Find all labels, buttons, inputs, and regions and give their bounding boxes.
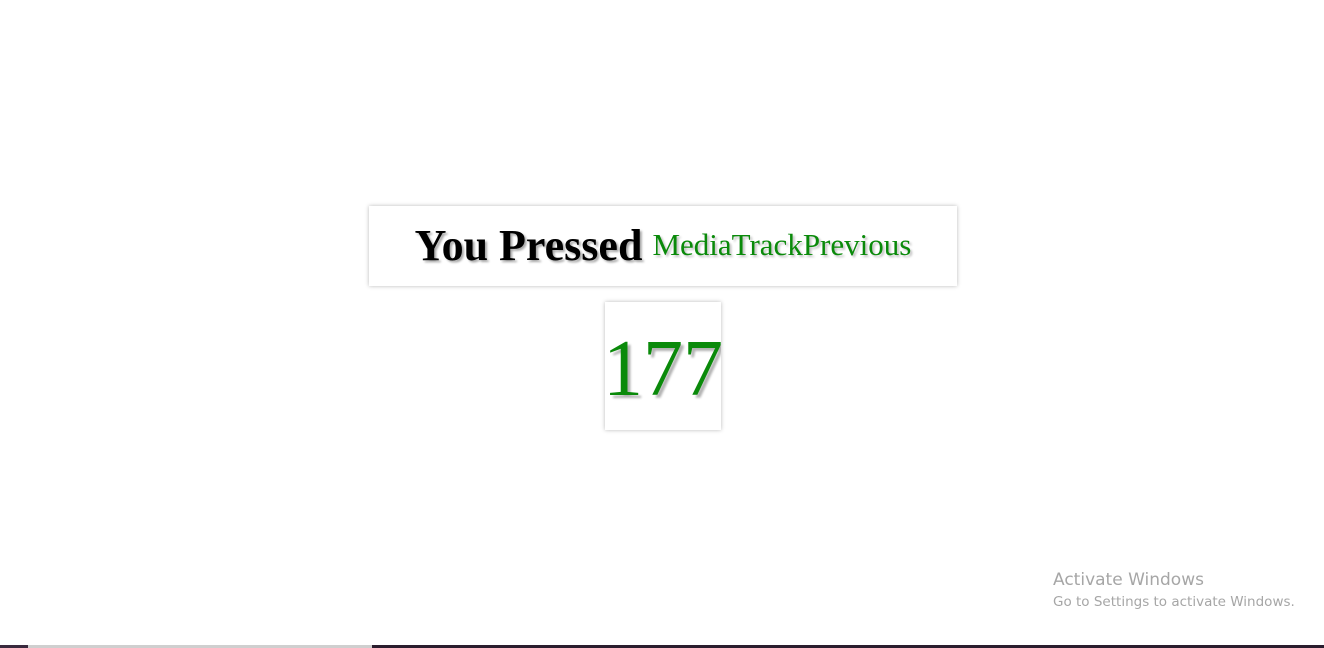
you-pressed-heading: You Pressed xyxy=(414,221,643,270)
pressed-key-name: MediaTrackPrevious xyxy=(652,226,912,262)
pressed-key-code: 177 xyxy=(605,325,721,413)
watermark-subtitle: Go to Settings to activate Windows. xyxy=(1053,594,1295,610)
key-code-panel: 177 xyxy=(605,302,721,430)
watermark-title: Activate Windows xyxy=(1053,570,1204,590)
activate-windows-watermark: Activate Windows Go to Settings to activ… xyxy=(1053,569,1295,613)
key-name-panel: You Pressed MediaTrackPrevious xyxy=(369,206,957,286)
